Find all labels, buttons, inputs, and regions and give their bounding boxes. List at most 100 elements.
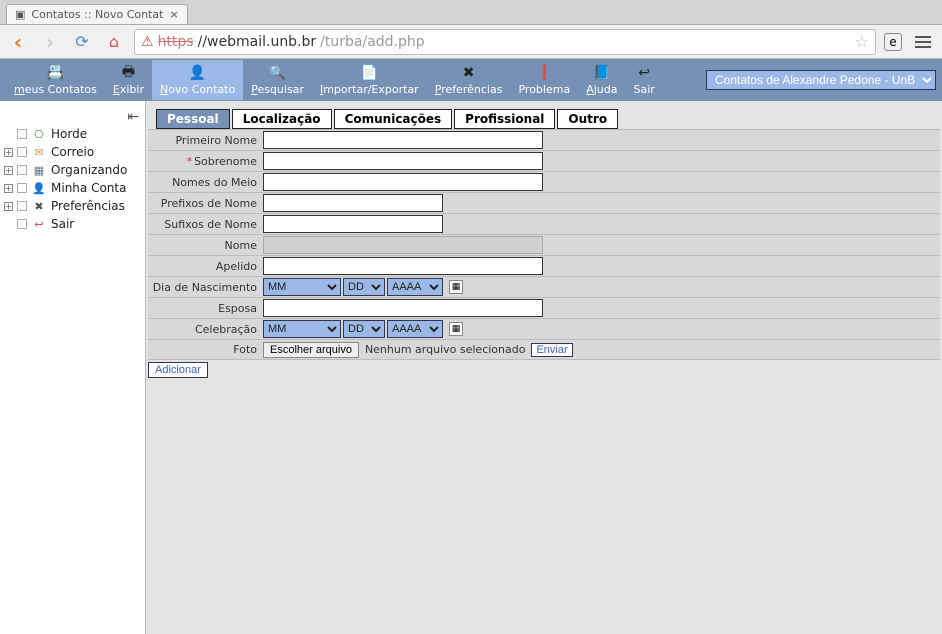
forward-button: › (38, 30, 62, 54)
sidebar-item-horde[interactable]: ⎔ Horde (4, 125, 141, 143)
tab-localização[interactable]: Localização (232, 109, 332, 129)
tree-node-icon (17, 165, 27, 175)
url-bar[interactable]: ⚠ https //webmail.unb.br/turba/add.php ☆ (134, 29, 876, 55)
tab-pessoal[interactable]: Pessoal (156, 109, 230, 129)
tree-node-icon (17, 183, 27, 193)
contact-form: Primeiro Nome *Sobrenome Nomes do Meio P… (146, 129, 942, 360)
toolbar-label: Problema (518, 83, 570, 96)
tab-favicon: ▣ (15, 8, 25, 21)
birthday-day-select[interactable]: DD (343, 278, 385, 296)
sidebar-icon: 👤 (31, 181, 47, 195)
toolbar-icon: 📘 (593, 64, 611, 82)
add-button[interactable]: Adicionar (148, 362, 208, 378)
toolbar-item-2[interactable]: 👤Novo Contato (152, 60, 243, 100)
send-file-button[interactable]: Enviar (531, 343, 572, 357)
toolbar-item-3[interactable]: 🔍Pesquisar (243, 60, 312, 100)
label-first-name: Primeiro Nome (148, 130, 261, 150)
name-suffix-input[interactable] (263, 215, 443, 233)
sidebar-item-label: Sair (51, 217, 74, 231)
bookmark-star-icon[interactable]: ☆ (855, 32, 869, 51)
toolbar-icon: 📄 (360, 64, 378, 82)
birthday-month-select[interactable]: MM (263, 278, 341, 296)
toolbar-icon: 📇 (46, 64, 64, 82)
toolbar-label: Preferências (435, 83, 503, 96)
required-marker: * (187, 155, 193, 168)
back-button[interactable]: ‹ (6, 30, 30, 54)
label-photo: Foto (148, 340, 261, 359)
close-icon[interactable]: × (169, 8, 178, 21)
sidebar-item-label: Organizando (51, 163, 127, 177)
hamburger-menu-button[interactable] (910, 29, 936, 55)
label-name-prefix: Prefixos de Nome (148, 193, 261, 213)
middle-names-input[interactable] (263, 173, 543, 191)
anniversary-month-select[interactable]: MM (263, 320, 341, 338)
sidebar: ⇤ ⎔ Horde + ✉ Correio + ▦ Organizando + 👤 Minha Co… (0, 101, 146, 634)
app-toolbar: 📇meus Contatos🖶Exibir👤Novo Contato🔍Pesqu… (0, 59, 942, 101)
label-middle-names: Nomes do Meio (148, 172, 261, 192)
tree-expand-icon[interactable]: + (4, 184, 13, 193)
file-status-text: Nenhum arquivo selecionado (365, 343, 526, 356)
tab-profissional[interactable]: Profissional (454, 109, 555, 129)
tab-outro[interactable]: Outro (557, 109, 618, 129)
tree-expand-icon[interactable]: + (4, 148, 13, 157)
toolbar-item-7[interactable]: 📘Ajuda (578, 60, 625, 100)
name-prefix-input[interactable] (263, 194, 443, 212)
toolbar-item-0[interactable]: 📇meus Contatos (6, 60, 105, 100)
first-name-input[interactable] (263, 131, 543, 149)
sidebar-item-correio[interactable]: + ✉ Correio (4, 143, 141, 161)
toolbar-item-1[interactable]: 🖶Exibir (105, 60, 152, 100)
toolbar-label: Novo Contato (160, 83, 235, 96)
choose-file-button[interactable]: Escolher arquivo (263, 342, 359, 358)
reload-button[interactable]: ⟳ (70, 30, 94, 54)
label-last-name: Sobrenome (194, 155, 257, 168)
spouse-input[interactable] (263, 299, 543, 317)
url-host: //webmail.unb.br (198, 34, 317, 50)
birthday-year-select[interactable]: AAAA (387, 278, 443, 296)
tree-node-icon (17, 147, 27, 157)
tab-comunicações[interactable]: Comunicações (334, 109, 453, 129)
toolbar-icon: 👤 (189, 64, 207, 82)
last-name-input[interactable] (263, 152, 543, 170)
toolbar-icon: 🔍 (269, 64, 287, 82)
sidebar-icon: ⎔ (31, 127, 47, 141)
toolbar-item-4[interactable]: 📄Importar/Exportar (312, 60, 427, 100)
sidebar-collapse-icon[interactable]: ⇤ (4, 109, 141, 125)
toolbar-item-6[interactable]: ❗Problema (510, 60, 578, 100)
sidebar-item-sair[interactable]: ↩Sair (4, 215, 141, 233)
sidebar-item-label: Minha Conta (51, 181, 126, 195)
sidebar-item-minha-conta[interactable]: + 👤 Minha Conta (4, 179, 141, 197)
tree-expand-icon[interactable]: + (4, 202, 13, 211)
name-readonly (263, 236, 543, 254)
browser-navbar: ‹ › ⟳ ⌂ ⚠ https //webmail.unb.br/turba/a… (0, 25, 942, 59)
toolbar-item-5[interactable]: ✖Preferências (427, 60, 511, 100)
calendar-icon[interactable]: ▦ (449, 280, 463, 294)
tab-title: Contatos :: Novo Contat (31, 8, 163, 21)
anniversary-day-select[interactable]: DD (343, 320, 385, 338)
label-spouse: Esposa (148, 298, 261, 318)
sidebar-icon: ✉ (31, 145, 47, 159)
sidebar-icon: ▦ (31, 163, 47, 177)
sidebar-item-label: Horde (51, 127, 87, 141)
label-nickname: Apelido (148, 256, 261, 276)
label-anniversary: Celebração (148, 319, 261, 339)
toolbar-icon: ↩ (635, 64, 653, 82)
url-scheme: https (158, 34, 194, 50)
sidebar-item-label: Preferências (51, 199, 125, 213)
anniversary-year-select[interactable]: AAAA (387, 320, 443, 338)
sidebar-item-preferências[interactable]: +✖Preferências (4, 197, 141, 215)
home-button[interactable]: ⌂ (102, 30, 126, 54)
calendar-icon[interactable]: ▦ (449, 322, 463, 336)
lock-broken-icon: ⚠ (141, 34, 154, 50)
compat-view-icon[interactable]: e (884, 33, 902, 51)
form-tabs: PessoalLocalizaçãoComunicaçõesProfission… (146, 101, 942, 129)
browser-tab[interactable]: ▣ Contatos :: Novo Contat × (6, 4, 188, 24)
toolbar-item-8[interactable]: ↩Sair (625, 60, 662, 100)
sidebar-item-label: Correio (51, 145, 94, 159)
sidebar-item-organizando[interactable]: + ▦ Organizando (4, 161, 141, 179)
nickname-input[interactable] (263, 257, 543, 275)
browser-tabbar: ▣ Contatos :: Novo Contat × (0, 0, 942, 25)
toolbar-label: Importar/Exportar (320, 83, 419, 96)
addressbook-select[interactable]: Contatos de Alexandre Pedone - UnB (706, 70, 936, 90)
tree-expand-icon[interactable]: + (4, 166, 13, 175)
toolbar-label: Pesquisar (251, 83, 304, 96)
